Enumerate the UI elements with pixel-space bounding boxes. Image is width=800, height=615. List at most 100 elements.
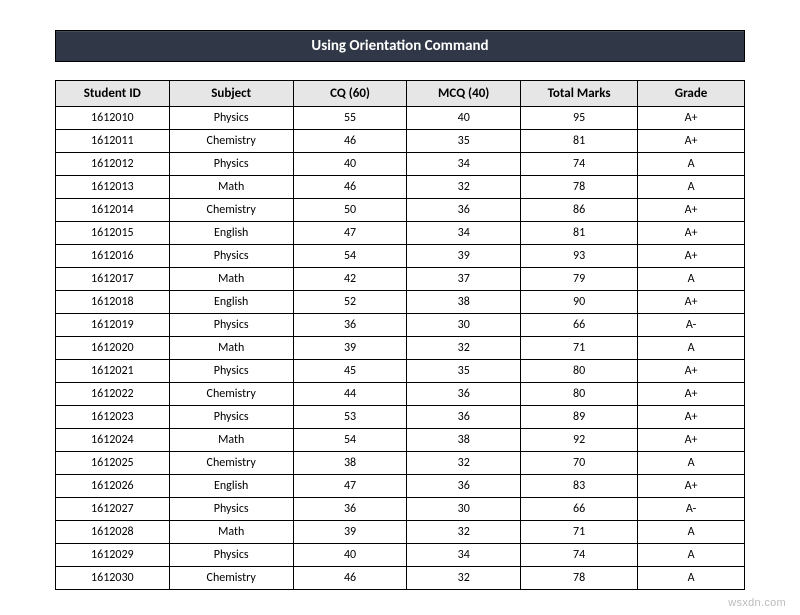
cell-grade[interactable]: A [638,452,745,475]
cell-total[interactable]: 71 [521,337,638,360]
cell-student-id[interactable]: 1612015 [56,222,170,245]
cell-cq[interactable]: 39 [293,521,407,544]
cell-student-id[interactable]: 1612017 [56,268,170,291]
col-header-total[interactable]: Total Marks [521,81,638,107]
cell-subject[interactable]: Physics [169,153,293,176]
cell-grade[interactable]: A [638,521,745,544]
cell-subject[interactable]: Chemistry [169,383,293,406]
cell-grade[interactable]: A+ [638,245,745,268]
cell-student-id[interactable]: 1612028 [56,521,170,544]
cell-grade[interactable]: A [638,544,745,567]
cell-subject[interactable]: Math [169,337,293,360]
cell-cq[interactable]: 52 [293,291,407,314]
cell-mcq[interactable]: 32 [407,452,521,475]
cell-total[interactable]: 93 [521,245,638,268]
col-header-mcq[interactable]: MCQ (40) [407,81,521,107]
table-row[interactable]: 1612027Physics363066A- [56,498,745,521]
cell-mcq[interactable]: 34 [407,544,521,567]
cell-cq[interactable]: 44 [293,383,407,406]
cell-grade[interactable]: A+ [638,429,745,452]
cell-subject[interactable]: Math [169,268,293,291]
cell-total[interactable]: 78 [521,567,638,590]
cell-subject[interactable]: Math [169,176,293,199]
table-row[interactable]: 1612016Physics543993A+ [56,245,745,268]
cell-subject[interactable]: Physics [169,498,293,521]
cell-mcq[interactable]: 35 [407,130,521,153]
cell-student-id[interactable]: 1612010 [56,107,170,130]
cell-mcq[interactable]: 34 [407,222,521,245]
cell-student-id[interactable]: 1612023 [56,406,170,429]
table-row[interactable]: 1612020Math393271A [56,337,745,360]
cell-student-id[interactable]: 1612011 [56,130,170,153]
cell-total[interactable]: 89 [521,406,638,429]
table-row[interactable]: 1612014Chemistry503686A+ [56,199,745,222]
table-row[interactable]: 1612019Physics363066A- [56,314,745,337]
col-header-grade[interactable]: Grade [638,81,745,107]
table-row[interactable]: 1612026English473683A+ [56,475,745,498]
cell-student-id[interactable]: 1612021 [56,360,170,383]
cell-cq[interactable]: 55 [293,107,407,130]
cell-mcq[interactable]: 32 [407,176,521,199]
cell-cq[interactable]: 50 [293,199,407,222]
cell-student-id[interactable]: 1612018 [56,291,170,314]
cell-cq[interactable]: 40 [293,153,407,176]
cell-total[interactable]: 81 [521,130,638,153]
cell-total[interactable]: 83 [521,475,638,498]
table-row[interactable]: 1612030Chemistry463278A [56,567,745,590]
cell-mcq[interactable]: 35 [407,360,521,383]
cell-cq[interactable]: 54 [293,245,407,268]
cell-student-id[interactable]: 1612019 [56,314,170,337]
cell-subject[interactable]: English [169,222,293,245]
cell-mcq[interactable]: 34 [407,153,521,176]
cell-grade[interactable]: A [638,153,745,176]
table-row[interactable]: 1612011Chemistry463581A+ [56,130,745,153]
cell-student-id[interactable]: 1612012 [56,153,170,176]
cell-grade[interactable]: A [638,268,745,291]
cell-total[interactable]: 81 [521,222,638,245]
table-row[interactable]: 1612018English523890A+ [56,291,745,314]
col-header-subject[interactable]: Subject [169,81,293,107]
cell-total[interactable]: 80 [521,360,638,383]
cell-subject[interactable]: Chemistry [169,199,293,222]
cell-cq[interactable]: 53 [293,406,407,429]
cell-student-id[interactable]: 1612030 [56,567,170,590]
cell-cq[interactable]: 40 [293,544,407,567]
table-row[interactable]: 1612010Physics554095A+ [56,107,745,130]
table-row[interactable]: 1612017Math423779A [56,268,745,291]
table-row[interactable]: 1612023Physics533689A+ [56,406,745,429]
cell-student-id[interactable]: 1612027 [56,498,170,521]
cell-mcq[interactable]: 36 [407,199,521,222]
cell-mcq[interactable]: 39 [407,245,521,268]
cell-subject[interactable]: English [169,291,293,314]
table-row[interactable]: 1612025Chemistry383270A [56,452,745,475]
cell-cq[interactable]: 47 [293,222,407,245]
cell-grade[interactable]: A [638,337,745,360]
cell-subject[interactable]: Chemistry [169,452,293,475]
cell-total[interactable]: 71 [521,521,638,544]
cell-total[interactable]: 86 [521,199,638,222]
cell-grade[interactable]: A- [638,498,745,521]
cell-subject[interactable]: Chemistry [169,130,293,153]
cell-subject[interactable]: Physics [169,245,293,268]
table-row[interactable]: 1612013Math463278A [56,176,745,199]
cell-mcq[interactable]: 32 [407,337,521,360]
table-row[interactable]: 1612021Physics453580A+ [56,360,745,383]
cell-student-id[interactable]: 1612016 [56,245,170,268]
cell-total[interactable]: 95 [521,107,638,130]
cell-student-id[interactable]: 1612022 [56,383,170,406]
cell-cq[interactable]: 46 [293,130,407,153]
cell-subject[interactable]: Math [169,521,293,544]
cell-cq[interactable]: 45 [293,360,407,383]
col-header-cq[interactable]: CQ (60) [293,81,407,107]
cell-mcq[interactable]: 32 [407,567,521,590]
cell-mcq[interactable]: 36 [407,475,521,498]
cell-mcq[interactable]: 37 [407,268,521,291]
cell-student-id[interactable]: 1612029 [56,544,170,567]
cell-mcq[interactable]: 32 [407,521,521,544]
cell-total[interactable]: 66 [521,314,638,337]
cell-student-id[interactable]: 1612020 [56,337,170,360]
cell-cq[interactable]: 39 [293,337,407,360]
cell-mcq[interactable]: 36 [407,383,521,406]
cell-subject[interactable]: English [169,475,293,498]
cell-cq[interactable]: 54 [293,429,407,452]
